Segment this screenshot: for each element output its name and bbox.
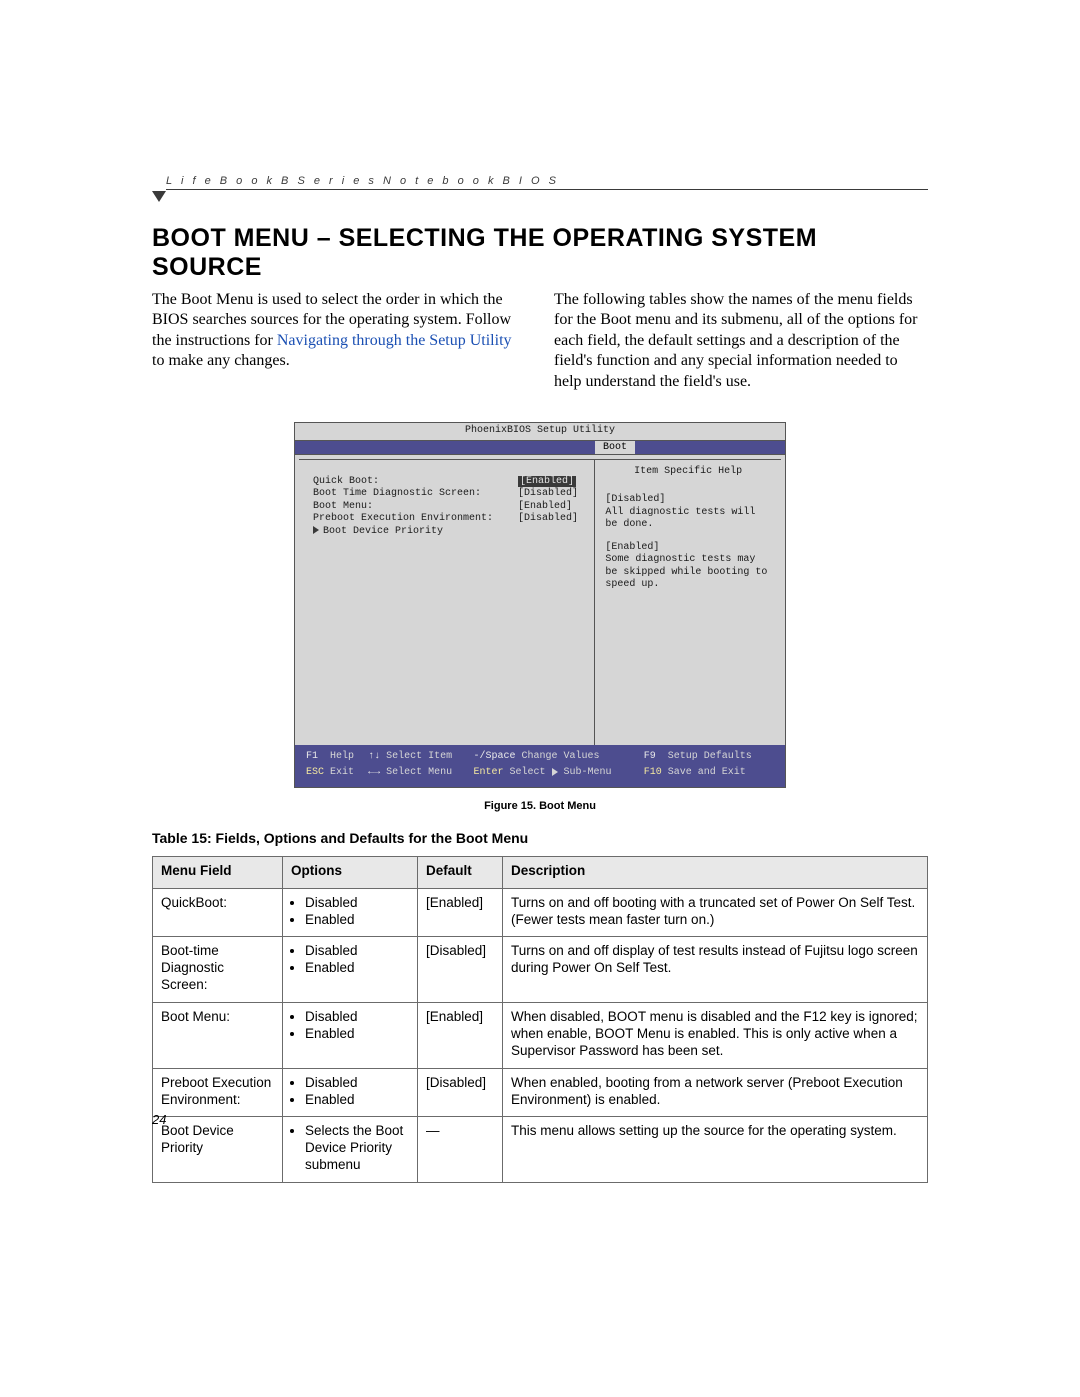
bios-help-line: [Disabled] bbox=[605, 494, 771, 507]
bios-item: Boot Time Diagnostic Screen: [Disabled] bbox=[313, 488, 586, 501]
cell-description: Turns on and off booting with a truncate… bbox=[503, 888, 928, 937]
section-title: BOOT MENU – SELECTING THE OPERATING SYST… bbox=[152, 224, 928, 282]
cell-options: DisabledEnabled bbox=[283, 888, 418, 937]
bios-screenshot: PhoenixBIOS Setup Utility Boot Quick Boo… bbox=[294, 422, 786, 788]
key-f1: F1 bbox=[306, 751, 318, 762]
bios-item-value: [Disabled] bbox=[518, 513, 586, 526]
table-title: Table 15: Fields, Options and Defaults f… bbox=[152, 830, 928, 846]
bios-item-value-selected: [Enabled] bbox=[518, 476, 576, 487]
bios-tab-boot: Boot bbox=[595, 441, 635, 454]
submenu-arrow-icon bbox=[313, 526, 319, 534]
key-esc: ESC bbox=[306, 767, 324, 778]
bios-item-label: Boot Time Diagnostic Screen: bbox=[313, 488, 518, 501]
cell-options: DisabledEnabled bbox=[283, 1003, 418, 1069]
bios-item: Quick Boot: [Enabled] bbox=[313, 476, 586, 489]
page-number: 24 bbox=[152, 1112, 166, 1127]
footer-submenu-word: Sub-Menu bbox=[564, 767, 612, 778]
cell-menu-field: Boot Device Priority bbox=[153, 1117, 283, 1183]
option-item: Disabled bbox=[305, 1009, 409, 1026]
cell-default: [Enabled] bbox=[418, 888, 503, 937]
intro-col-left: The Boot Menu is used to select the orde… bbox=[152, 290, 526, 392]
key-leftright: ←→ bbox=[368, 767, 380, 778]
bios-item-label: Quick Boot: bbox=[313, 476, 518, 489]
bios-item-value: [Disabled] bbox=[518, 488, 586, 501]
option-item: Selects the Boot Device Priority submenu bbox=[305, 1123, 409, 1174]
table-row: Boot Menu:DisabledEnabled[Enabled]When d… bbox=[153, 1003, 928, 1069]
footer-exit: Exit bbox=[330, 767, 354, 778]
cell-options: Selects the Boot Device Priority submenu bbox=[283, 1117, 418, 1183]
bios-item-value: [Enabled] bbox=[518, 501, 586, 514]
bios-help-line: [Enabled] bbox=[605, 542, 771, 555]
key-f10: F10 bbox=[644, 767, 662, 778]
bios-utility-title: PhoenixBIOS Setup Utility bbox=[295, 423, 785, 441]
footer-setup-defaults: Setup Defaults bbox=[668, 751, 752, 762]
nav-setup-link[interactable]: Navigating through the Setup Utility bbox=[277, 332, 512, 349]
option-item: Enabled bbox=[305, 1026, 409, 1043]
key-minus-space: -/Space bbox=[473, 751, 515, 762]
cell-description: This menu allows setting up the source f… bbox=[503, 1117, 928, 1183]
key-f9: F9 bbox=[644, 751, 656, 762]
cell-description: When disabled, BOOT menu is disabled and… bbox=[503, 1003, 928, 1069]
key-updown: ↑↓ bbox=[368, 751, 380, 762]
footer-select-item: Select Item bbox=[386, 751, 452, 762]
bios-item-submenu: Boot Device Priority bbox=[313, 526, 586, 539]
th-default: Default bbox=[418, 856, 503, 888]
bios-help-title: Item Specific Help bbox=[605, 466, 771, 479]
option-item: Disabled bbox=[305, 1075, 409, 1092]
options-table: Menu Field Options Default Description Q… bbox=[152, 856, 928, 1183]
bios-help-line: All diagnostic tests will be done. bbox=[605, 507, 771, 532]
table-row: Preboot Execution Environment:DisabledEn… bbox=[153, 1068, 928, 1117]
footer-save-exit: Save and Exit bbox=[668, 767, 746, 778]
option-item: Enabled bbox=[305, 1092, 409, 1109]
bios-item-label: Boot Menu: bbox=[313, 501, 518, 514]
bios-item: Boot Menu: [Enabled] bbox=[313, 501, 586, 514]
bios-item: Preboot Execution Environment: [Disabled… bbox=[313, 513, 586, 526]
bios-item-label: Preboot Execution Environment: bbox=[313, 513, 518, 526]
cell-options: DisabledEnabled bbox=[283, 1068, 418, 1117]
cell-default: [Disabled] bbox=[418, 937, 503, 1003]
cell-description: When enabled, booting from a network ser… bbox=[503, 1068, 928, 1117]
cell-default: — bbox=[418, 1117, 503, 1183]
option-item: Enabled bbox=[305, 960, 409, 977]
footer-select-sub: Select bbox=[510, 767, 546, 778]
bios-item-label: Boot Device Priority bbox=[323, 526, 443, 537]
figure-caption: Figure 15. Boot Menu bbox=[152, 800, 928, 812]
bios-footer: F1 Help ↑↓ Select Item -/Space Change Va… bbox=[295, 745, 785, 787]
option-item: Enabled bbox=[305, 912, 409, 929]
table-row: Boot-time Diagnostic Screen:DisabledEnab… bbox=[153, 937, 928, 1003]
running-head: L i f e B o o k B S e r i e s N o t e b … bbox=[166, 175, 928, 190]
footer-change-values: Change Values bbox=[522, 751, 600, 762]
submenu-arrow-icon bbox=[552, 768, 558, 776]
th-description: Description bbox=[503, 856, 928, 888]
cell-default: [Enabled] bbox=[418, 1003, 503, 1069]
cell-menu-field: Preboot Execution Environment: bbox=[153, 1068, 283, 1117]
cell-menu-field: QuickBoot: bbox=[153, 888, 283, 937]
intro-text-b: to make any changes. bbox=[152, 352, 290, 369]
footer-help: Help bbox=[330, 751, 354, 762]
bios-help-pane: Item Specific Help [Disabled] All diagno… bbox=[595, 459, 781, 745]
cell-options: DisabledEnabled bbox=[283, 937, 418, 1003]
cell-default: [Disabled] bbox=[418, 1068, 503, 1117]
th-menu-field: Menu Field bbox=[153, 856, 283, 888]
table-row: Boot Device Priority Selects the Boot Dev… bbox=[153, 1117, 928, 1183]
footer-select-menu: Select Menu bbox=[386, 767, 452, 778]
key-enter: Enter bbox=[473, 767, 503, 778]
bios-help-line: Some diagnostic tests may be skipped whi… bbox=[605, 554, 771, 592]
cell-menu-field: Boot-time Diagnostic Screen: bbox=[153, 937, 283, 1003]
table-row: QuickBoot:DisabledEnabled[Enabled]Turns … bbox=[153, 888, 928, 937]
cell-description: Turns on and off display of test results… bbox=[503, 937, 928, 1003]
option-item: Disabled bbox=[305, 895, 409, 912]
th-options: Options bbox=[283, 856, 418, 888]
bios-tabbar: Boot bbox=[295, 441, 785, 455]
cell-menu-field: Boot Menu: bbox=[153, 1003, 283, 1069]
bios-left-pane: Quick Boot: [Enabled] Boot Time Diagnost… bbox=[299, 459, 595, 745]
intro-col-right: The following tables show the names of t… bbox=[554, 290, 928, 392]
option-item: Disabled bbox=[305, 943, 409, 960]
